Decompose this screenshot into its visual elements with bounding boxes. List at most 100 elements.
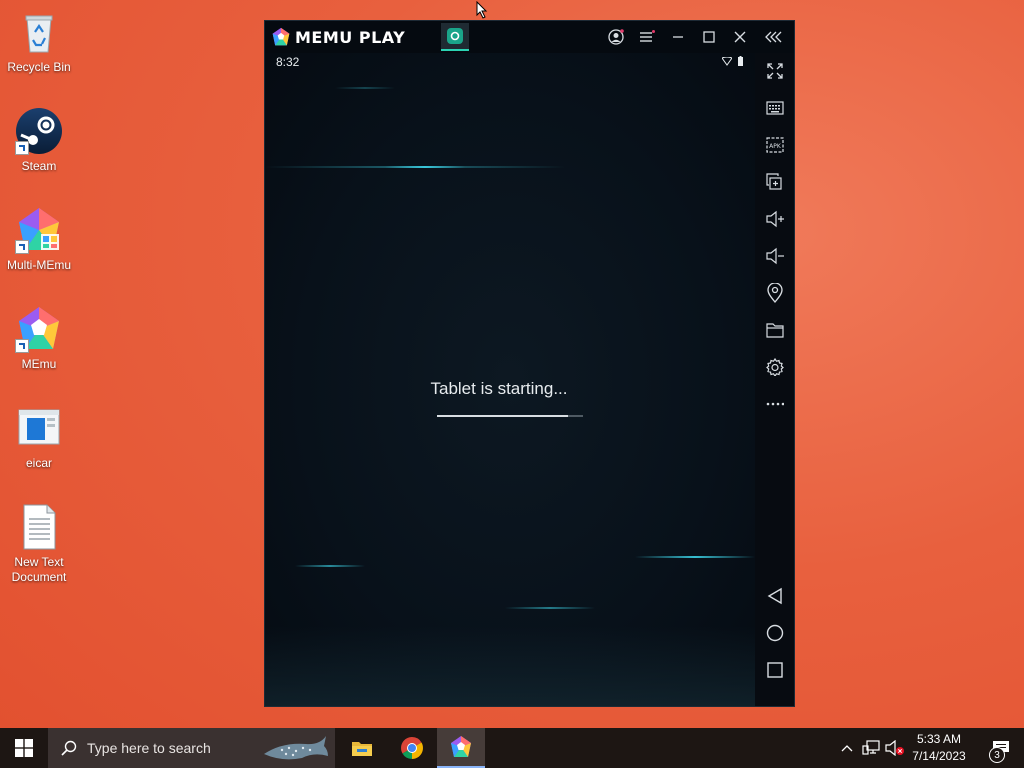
whale-shark-search-highlight-icon (264, 736, 328, 760)
steam-icon (15, 107, 63, 155)
text-document-icon (15, 503, 63, 551)
recents-button[interactable] (755, 655, 794, 685)
android-screen[interactable]: 8:32 Tablet is starting... (265, 53, 755, 706)
fullscreen-icon (766, 63, 783, 79)
volume-up-button[interactable] (755, 204, 794, 234)
keyboard-icon (765, 101, 784, 115)
file-explorer-icon (352, 742, 372, 756)
start-button[interactable] (0, 728, 48, 768)
search-icon (61, 740, 77, 756)
apk-install-button[interactable]: APK (755, 130, 794, 160)
memu-window: MEMU PLAY 8:32 Tablet is starting... APK (264, 20, 795, 707)
menu-button[interactable] (636, 27, 658, 47)
more-button[interactable] (755, 389, 794, 419)
desktop-icon-label: New Text Document (11, 555, 67, 584)
location-button[interactable] (755, 278, 794, 308)
taskbar-chrome[interactable] (388, 728, 436, 768)
close-button[interactable] (729, 27, 751, 47)
taskbar: Type here to search 5:33 AM 7/14/2023 (0, 728, 1024, 768)
background-floor (265, 626, 755, 706)
volume-down-icon (765, 247, 784, 265)
desktop-icon-label: Recycle Bin (7, 60, 71, 74)
location-icon (766, 283, 783, 303)
shortcut-arrow-icon (15, 141, 29, 155)
desktop-icon-multi-memu[interactable]: Multi-MEmu (2, 206, 76, 273)
battery-icon (738, 56, 743, 66)
light-streak (505, 607, 595, 609)
account-button[interactable] (605, 27, 627, 47)
volume-muted-icon (885, 740, 904, 756)
volume-tray-button[interactable] (885, 738, 905, 758)
multi-memu-icon (15, 206, 63, 254)
taskbar-file-explorer[interactable] (338, 728, 386, 768)
folder-button[interactable] (755, 315, 794, 345)
multi-window-icon (765, 173, 782, 190)
recycle-bin-icon (15, 8, 63, 56)
desktop-icon-memu[interactable]: MEmu (2, 305, 76, 372)
minimize-button[interactable] (667, 27, 689, 47)
account-icon (608, 29, 624, 45)
keyboard-button[interactable] (755, 93, 794, 123)
shortcut-arrow-icon (15, 240, 29, 254)
desktop-icon-label: Multi-MEmu (6, 258, 71, 272)
desktop-icon-steam[interactable]: Steam (2, 107, 76, 174)
recents-icon (766, 662, 783, 678)
eicar-file-icon (15, 404, 63, 452)
taskbar-clock[interactable]: 5:33 AM 7/14/2023 (904, 731, 974, 765)
back-button[interactable] (755, 581, 794, 611)
close-icon (734, 31, 746, 43)
home-icon (766, 624, 783, 642)
collapse-sidebar-icon (765, 31, 782, 43)
multi-window-button[interactable] (755, 167, 794, 197)
network-tray-button[interactable] (861, 738, 881, 758)
desktop-icon-label: Steam (21, 159, 57, 173)
boot-message: Tablet is starting... (430, 379, 568, 398)
mouse-cursor-icon (476, 1, 488, 19)
memu-icon (15, 305, 63, 353)
settings-icon (765, 358, 784, 376)
chrome-icon (401, 737, 423, 759)
settings-button[interactable] (755, 352, 794, 382)
light-streak (385, 166, 465, 168)
light-streak (635, 556, 755, 558)
desktop-icon-label: eicar (25, 456, 52, 470)
wifi-icon (722, 57, 732, 66)
desktop-icon-new-text-document[interactable]: New Text Document (2, 503, 76, 585)
memu-toolbar: APK (755, 53, 794, 706)
boot-progress-fill (437, 415, 569, 417)
minimize-icon (673, 36, 683, 38)
home-button[interactable] (755, 618, 794, 648)
network-icon (862, 740, 880, 755)
memu-logo-icon (272, 27, 290, 46)
maximize-icon (703, 31, 715, 43)
memu-titlebar[interactable]: MEMU PLAY (265, 21, 794, 53)
folder-icon (765, 323, 784, 338)
taskbar-memu[interactable] (437, 728, 485, 768)
show-hidden-icons-button[interactable] (837, 738, 857, 758)
fullscreen-button[interactable] (755, 56, 794, 86)
clock-date: 7/14/2023 (912, 749, 966, 763)
desktop-icon-recycle-bin[interactable]: Recycle Bin (2, 8, 76, 75)
desktop-icon-eicar[interactable]: eicar (2, 404, 76, 471)
memu-icon (451, 736, 471, 757)
shortcut-arrow-icon (15, 339, 29, 353)
svg-text:APK: APK (769, 143, 782, 150)
notification-count-badge: 3 (989, 747, 1005, 763)
back-icon (767, 587, 782, 605)
app-tab[interactable] (441, 23, 469, 51)
volume-up-icon (765, 210, 784, 228)
status-clock: 8:32 (276, 55, 300, 69)
memu-brand: MEMU PLAY (271, 27, 405, 47)
search-placeholder: Type here to search (87, 740, 211, 756)
maximize-button[interactable] (698, 27, 720, 47)
collapse-sidebar-button[interactable] (763, 27, 785, 47)
menu-icon (640, 30, 655, 42)
android-statusbar: 8:32 (265, 53, 755, 71)
volume-down-button[interactable] (755, 241, 794, 271)
more-icon (766, 402, 784, 406)
boot-progress-bar (437, 415, 583, 417)
app-tab-icon (447, 28, 463, 44)
taskbar-search-box[interactable]: Type here to search (48, 728, 335, 768)
windows-logo-icon (15, 739, 33, 757)
light-streak (295, 565, 365, 567)
